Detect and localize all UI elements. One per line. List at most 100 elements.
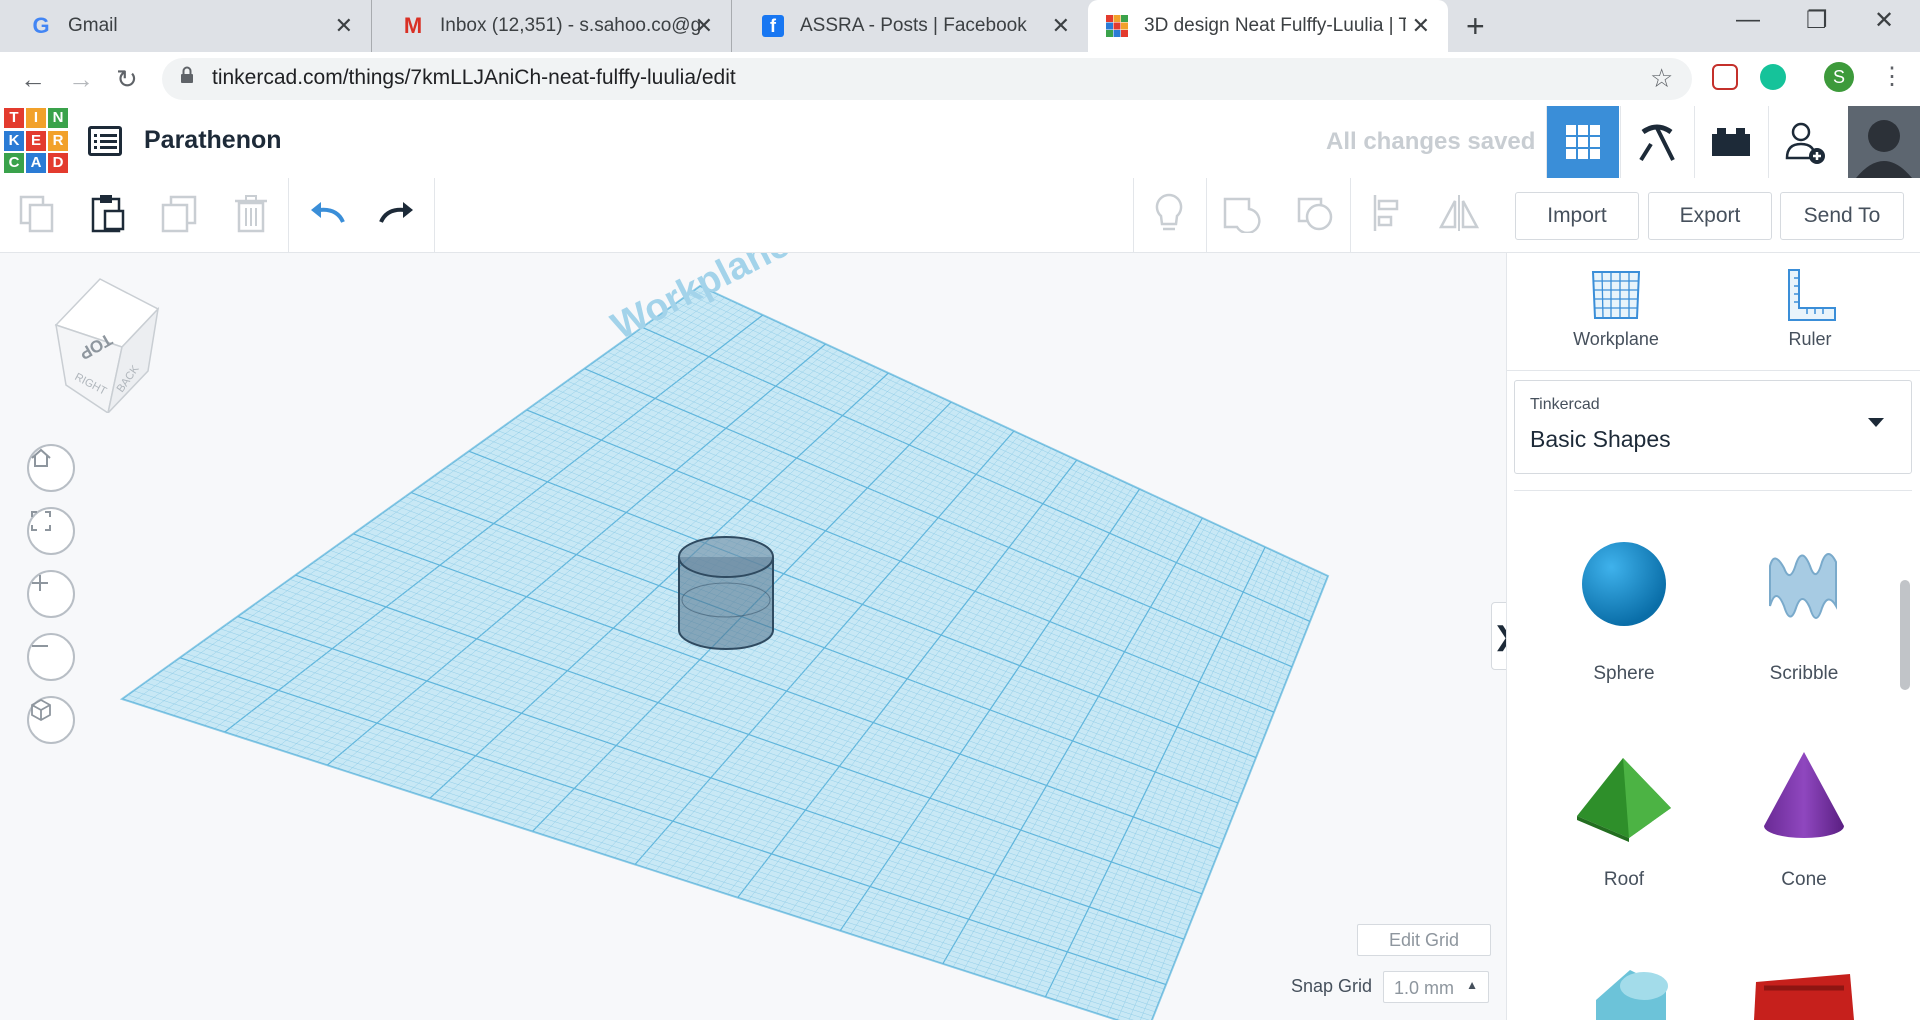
- tab-title: 3D design Neat Fulffy-Luulia | Tin: [1144, 15, 1406, 36]
- 3d-design-view-button[interactable]: [1546, 106, 1619, 178]
- panel-scrollbar[interactable]: [1900, 580, 1910, 690]
- gmail-icon: M: [403, 13, 423, 38]
- close-icon[interactable]: ✕: [1052, 13, 1070, 39]
- window-close-icon[interactable]: ✕: [1874, 6, 1894, 35]
- shape-label: Cone: [1781, 869, 1827, 890]
- minimize-icon[interactable]: —: [1736, 6, 1760, 34]
- home-view-button[interactable]: [27, 444, 75, 492]
- duplicate-button[interactable]: [156, 190, 202, 236]
- user-avatar[interactable]: [1848, 106, 1920, 178]
- ruler-tool-button[interactable]: Ruler: [1750, 268, 1870, 350]
- design-menu-icon[interactable]: [88, 126, 122, 156]
- tab-facebook[interactable]: f ASSRA - Posts | Facebook ✕: [732, 0, 1088, 52]
- export-button[interactable]: Export: [1648, 192, 1772, 240]
- logo-letter: T: [4, 108, 24, 128]
- close-icon[interactable]: ✕: [695, 13, 713, 39]
- import-button[interactable]: Import: [1515, 192, 1639, 240]
- logo-letter: D: [48, 153, 68, 174]
- dropdown-caret-icon[interactable]: [1868, 418, 1884, 427]
- workplane-viewport[interactable]: Workplane TOP RIGHT BACK: [0, 253, 1506, 1020]
- close-icon[interactable]: ✕: [335, 13, 353, 39]
- back-arrow-icon[interactable]: ←: [20, 64, 46, 95]
- copy-button[interactable]: [14, 190, 60, 236]
- library-source-label: Tinkercad: [1530, 396, 1600, 413]
- tab-gmail[interactable]: G Gmail ✕: [0, 0, 372, 52]
- codeblocks-button[interactable]: [1620, 106, 1693, 178]
- shape-tile-scribble[interactable]: Scribble: [1720, 536, 1888, 685]
- forward-arrow-icon[interactable]: →: [68, 64, 94, 95]
- ruler-tool-label: Ruler: [1788, 329, 1832, 349]
- fit-icon: [31, 511, 51, 531]
- redo-button[interactable]: [374, 190, 420, 236]
- cylinder-shape[interactable]: [678, 536, 774, 650]
- logo-letter: R: [48, 130, 68, 151]
- bookmark-star-icon[interactable]: ☆: [1650, 63, 1673, 94]
- design-title[interactable]: Parathenon: [144, 126, 282, 155]
- tab-title: Gmail: [68, 15, 118, 36]
- toolbar-divider: [1133, 178, 1134, 252]
- cone-icon: [1764, 752, 1844, 838]
- tab-tinkercad[interactable]: 3D design Neat Fulffy-Luulia | Tin ✕: [1088, 0, 1448, 52]
- avatar-icon: [1856, 120, 1912, 178]
- pickaxe-icon: [1639, 124, 1675, 162]
- grammarly-icon[interactable]: [1760, 64, 1786, 90]
- mirror-icon: [1438, 195, 1480, 231]
- send-to-button[interactable]: Send To: [1780, 192, 1904, 240]
- lock-icon[interactable]: [180, 66, 194, 89]
- tab-title: ASSRA - Posts | Facebook: [800, 15, 1027, 36]
- shape-tile-sphere[interactable]: Sphere: [1540, 536, 1708, 685]
- align-button[interactable]: [1366, 190, 1412, 236]
- workplane-tool-button[interactable]: Workplane: [1556, 268, 1676, 350]
- text-shape-icon: [1754, 974, 1854, 1020]
- new-tab-button[interactable]: +: [1466, 8, 1485, 45]
- extension-pocket-icon[interactable]: [1712, 64, 1738, 90]
- ungroup-button[interactable]: [1292, 190, 1338, 236]
- reload-icon[interactable]: ↻: [116, 64, 138, 95]
- cube-outline-icon: [31, 698, 51, 722]
- tab-title: Inbox (12,351) - s.sahoo.co@gma: [440, 15, 700, 36]
- panel-divider: [1506, 370, 1920, 371]
- snap-grid-value: 1.0 mm: [1394, 978, 1455, 998]
- library-name: Basic Shapes: [1530, 426, 1671, 452]
- restore-icon[interactable]: ❐: [1806, 6, 1828, 35]
- workplane-scene[interactable]: Workplane: [0, 253, 1506, 1020]
- edit-grid-button[interactable]: Edit Grid: [1357, 924, 1491, 956]
- toolbar-divider: [434, 178, 435, 252]
- grid-icon: [1566, 125, 1600, 159]
- close-icon[interactable]: ✕: [1412, 13, 1430, 39]
- panel-divider: [1514, 490, 1912, 491]
- undo-icon: [311, 202, 345, 223]
- bricks-button[interactable]: [1694, 106, 1767, 178]
- mirror-button[interactable]: [1436, 190, 1482, 236]
- profile-avatar[interactable]: S: [1824, 62, 1854, 92]
- toolbar-divider: [288, 178, 289, 252]
- fit-view-button[interactable]: [27, 507, 75, 555]
- logo-letter: A: [26, 153, 46, 174]
- perspective-toggle-button[interactable]: [27, 696, 75, 744]
- paste-button[interactable]: [84, 190, 130, 236]
- toolbar-divider: [1206, 178, 1207, 252]
- snap-grid-select[interactable]: 1.0 mm ▲: [1383, 971, 1489, 1003]
- tab-inbox[interactable]: M Inbox (12,351) - s.sahoo.co@gma ✕: [372, 0, 732, 52]
- group-button[interactable]: [1218, 190, 1264, 236]
- ruler-icon: [1788, 269, 1836, 321]
- url-text[interactable]: tinkercad.com/things/7kmLLJAniCh-neat-fu…: [212, 66, 736, 90]
- shape-tile-roof[interactable]: Roof: [1540, 746, 1708, 891]
- zoom-in-button[interactable]: [27, 570, 75, 618]
- snap-grid-label: Snap Grid: [1291, 976, 1373, 996]
- logo-letter: N: [48, 108, 68, 128]
- zoom-out-button[interactable]: [27, 633, 75, 681]
- browser-menu-icon[interactable]: ⋮: [1880, 62, 1904, 91]
- delete-button[interactable]: [228, 190, 274, 236]
- logo-letter: I: [26, 108, 46, 128]
- plus-icon: [32, 575, 48, 591]
- shape-tile-cylinder-partial[interactable]: [1590, 960, 1670, 1020]
- notes-button[interactable]: [1146, 190, 1192, 236]
- invite-button[interactable]: [1768, 106, 1841, 178]
- tinkercad-logo[interactable]: T I N K E R C A D: [4, 108, 68, 174]
- shape-tile-text-partial[interactable]: [1750, 970, 1860, 1020]
- caret-up-icon: ▲: [1466, 978, 1478, 992]
- shape-tile-cone[interactable]: Cone: [1720, 746, 1888, 891]
- undo-button[interactable]: [304, 190, 350, 236]
- workplane-icon: [1591, 271, 1641, 319]
